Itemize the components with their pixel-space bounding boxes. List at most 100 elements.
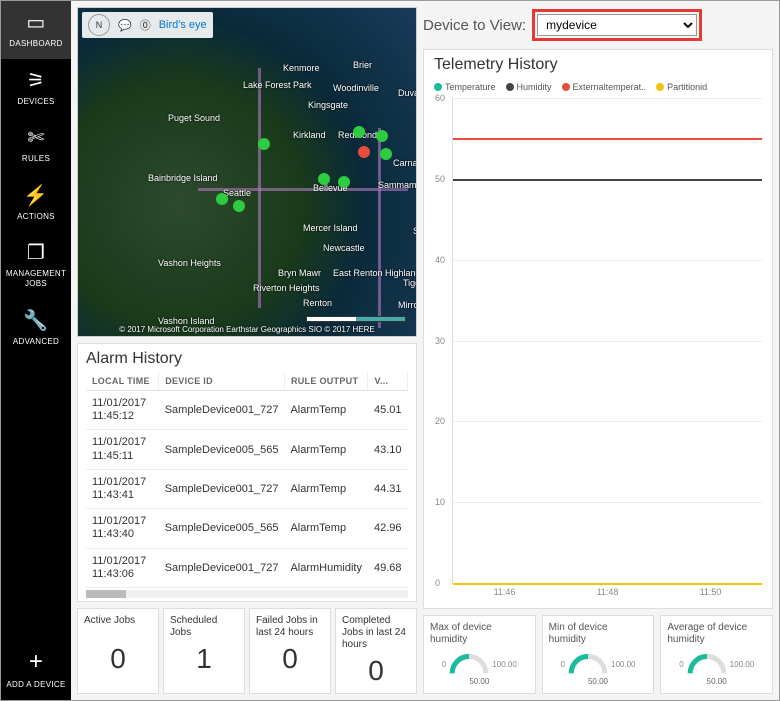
device-marker[interactable] [233, 200, 245, 212]
map-city-label: Kenmore [283, 63, 320, 73]
map-panel[interactable]: N 💬 ⓪ Bird's eye KenmoreBrierLake Forest… [77, 7, 417, 337]
table-header[interactable]: DEVICE ID [159, 372, 285, 391]
legend-dot-icon [562, 83, 570, 91]
legend-item[interactable]: Externaltemperat.. [562, 82, 647, 92]
map-city-label: Kirkland [293, 130, 326, 140]
table-header[interactable]: RULE OUTPUT [284, 372, 368, 391]
job-tile[interactable]: Completed Jobs in last 24 hours 0 [335, 608, 417, 694]
map-city-label: Snoqualmie [413, 226, 417, 236]
job-value: 0 [342, 655, 410, 687]
table-row[interactable]: 11/01/2017 11:43:40SampleDevice005_565Al… [86, 509, 408, 548]
sidebar-item-add-device[interactable]: + ADD A DEVICE [1, 638, 71, 700]
table-header[interactable]: V... [368, 372, 408, 391]
table-row[interactable]: 11/01/2017 11:45:12SampleDevice001_727Al… [86, 391, 408, 430]
table-cell: 42.96 [368, 509, 408, 548]
job-tile[interactable]: Failed Jobs in last 24 hours 0 [249, 608, 331, 694]
gauge-title: Min of device humidity [549, 622, 648, 646]
gauge-tile: Max of device humidity0100.0050.00 [423, 615, 536, 694]
sidebar-item-dashboard[interactable]: ▭ DASHBOARD [1, 1, 71, 59]
device-marker[interactable] [353, 126, 365, 138]
map-city-label: Lake Forest Park [243, 80, 312, 90]
sidebar-item-advanced[interactable]: 🔧 ADVANCED [1, 299, 71, 357]
table-cell: AlarmTemp [284, 430, 368, 469]
device-marker[interactable] [380, 148, 392, 160]
gauge-tiles-row: Max of device humidity0100.0050.00Min of… [423, 615, 773, 694]
job-value: 0 [256, 643, 324, 675]
legend-item[interactable]: Humidity [506, 82, 552, 92]
gauge-max: 100.00 [730, 660, 754, 669]
legend-dot-icon [434, 83, 442, 91]
y-tick-label: 30 [435, 336, 445, 346]
table-cell: 11/01/2017 11:43:40 [86, 509, 159, 548]
legend-item[interactable]: Temperature [434, 82, 496, 92]
sidebar-item-devices[interactable]: ⚞ DEVICES [1, 59, 71, 117]
table-row[interactable]: 11/01/2017 11:43:41SampleDevice001_727Al… [86, 469, 408, 508]
device-marker[interactable] [258, 138, 270, 150]
legend-dot-icon [656, 83, 664, 91]
horizontal-scrollbar[interactable] [86, 590, 408, 598]
legend-item[interactable]: Partitionid [656, 82, 707, 92]
sidebar-item-label: ACTIONS [17, 212, 55, 222]
table-header[interactable]: LOCAL TIME [86, 372, 159, 391]
device-marker[interactable] [318, 173, 330, 185]
device-marker[interactable] [376, 130, 388, 142]
main-content: N 💬 ⓪ Bird's eye KenmoreBrierLake Forest… [71, 1, 779, 700]
scrollbar-thumb[interactable] [86, 590, 126, 598]
series-line [453, 583, 762, 585]
panel-title: Telemetry History [434, 56, 762, 74]
device-select[interactable]: mydevice [537, 14, 697, 36]
map-city-label: Tiger Mountain State Forest [403, 278, 417, 288]
job-tile[interactable]: Active Jobs0 [77, 608, 159, 694]
map-city-label: Newcastle [323, 243, 365, 253]
table-cell: 11/01/2017 11:43:41 [86, 469, 159, 508]
job-label: Failed Jobs in last 24 hours [256, 615, 324, 639]
table-row[interactable]: 11/01/2017 11:43:06SampleDevice001_727Al… [86, 548, 408, 587]
table-cell: 11/01/2017 11:45:11 [86, 430, 159, 469]
job-tile[interactable]: Scheduled Jobs1 [163, 608, 245, 694]
map-city-label: Woodinville [333, 83, 379, 93]
table-row[interactable]: 11/01/2017 11:45:11SampleDevice005_565Al… [86, 430, 408, 469]
sidebar-item-actions[interactable]: ⚡ ACTIONS [1, 174, 71, 232]
job-value: 1 [170, 643, 238, 675]
sidebar-item-management-jobs[interactable]: ❐ MANAGEMENT JOBS [1, 231, 71, 298]
gauge-min: 0 [442, 660, 446, 669]
panel-title: Alarm History [86, 350, 408, 368]
table-cell: SampleDevice005_565 [159, 430, 285, 469]
gauge-max: 100.00 [492, 660, 516, 669]
device-picker-row: Device to View: mydevice [423, 7, 773, 43]
device-marker[interactable] [358, 146, 370, 158]
legend-label: Temperature [445, 82, 496, 92]
sidebar-item-rules[interactable]: ✄ RULES [1, 116, 71, 174]
legend-label: Externaltemperat.. [573, 82, 647, 92]
y-tick-label: 60 [435, 93, 445, 103]
legend-dot-icon [506, 83, 514, 91]
x-tick-label: 11:46 [494, 587, 516, 597]
map-city-label: Mercer Island [303, 223, 358, 233]
map-city-label: Puget Sound [168, 113, 220, 123]
sidebar-item-label: RULES [22, 154, 50, 164]
x-tick-label: 11:50 [700, 587, 722, 597]
map-cities: KenmoreBrierLake Forest ParkWoodinvilleK… [78, 8, 416, 336]
job-label: Completed Jobs in last 24 hours [342, 615, 410, 651]
right-column: Device to View: mydevice Telemetry Histo… [423, 7, 773, 694]
map-city-label: Carnation [393, 158, 417, 168]
table-cell: SampleDevice005_565 [159, 509, 285, 548]
sidebar: ▭ DASHBOARD ⚞ DEVICES ✄ RULES ⚡ ACTIONS … [1, 1, 71, 700]
y-tick-label: 50 [435, 174, 445, 184]
gauge-mid: 50.00 [588, 677, 608, 686]
gridline [453, 260, 762, 261]
device-marker[interactable] [216, 193, 228, 205]
map-city-label: Vashon Heights [158, 258, 221, 268]
map-city-label: East Renton Highlands [333, 268, 417, 278]
x-tick-label: 11:48 [597, 587, 619, 597]
rules-icon: ✄ [27, 126, 44, 150]
table-cell: 49.68 [368, 548, 408, 587]
gauge-tile: Average of device humidity0100.0050.00 [660, 615, 773, 694]
device-marker[interactable] [338, 176, 350, 188]
advanced-icon: 🔧 [23, 309, 48, 333]
table-cell: SampleDevice001_727 [159, 391, 285, 430]
job-label: Active Jobs [84, 615, 152, 639]
table-cell: AlarmTemp [284, 469, 368, 508]
alarm-table: LOCAL TIMEDEVICE IDRULE OUTPUTV... 11/01… [86, 372, 408, 588]
table-cell: 45.01 [368, 391, 408, 430]
